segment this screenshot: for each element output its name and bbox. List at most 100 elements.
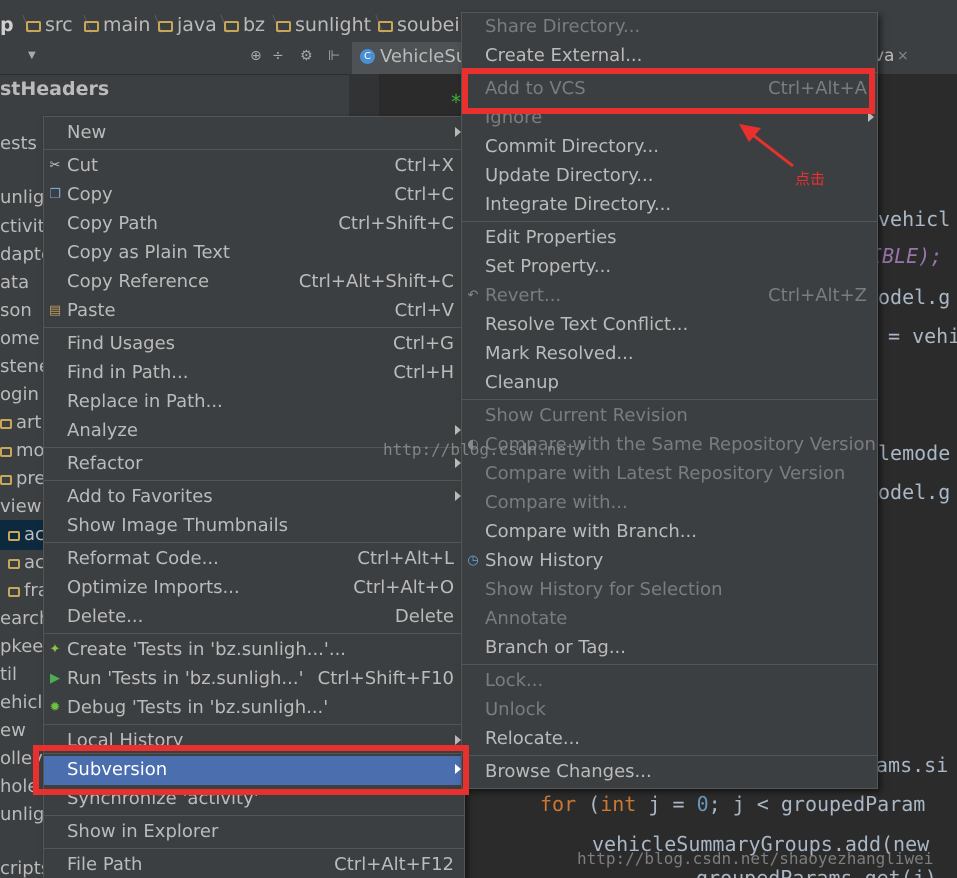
editor-tab-label: VehicleSu (380, 46, 468, 67)
subversion-menu-item-compare-with-latest-repository-version[interactable]: Compare with Latest Repository Version (462, 460, 877, 489)
close-icon[interactable]: × (897, 48, 909, 64)
subversion-menu-item-compare-with[interactable]: Compare with... (462, 489, 877, 518)
context-menu-item-debug-tests-in-bz-sunligh[interactable]: ✹ Debug 'Tests in 'bz.sunligh...' (44, 694, 464, 723)
menu-item-shortcut: Ctrl+H (393, 362, 454, 383)
menu-item-shortcut: Ctrl+Alt+Z (768, 285, 867, 306)
breadcrumb-separator (367, 13, 377, 37)
code-line: lemode (878, 441, 951, 465)
gear-icon[interactable]: ⚙ (300, 48, 313, 64)
context-menu-item-new[interactable]: New (44, 119, 464, 148)
tree-item[interactable]: ac (8, 524, 45, 545)
tree-item[interactable]: til (0, 664, 17, 685)
menu-item-shortcut: Ctrl+Alt+F12 (334, 854, 454, 875)
subversion-menu-item-cleanup[interactable]: Cleanup (462, 369, 877, 398)
context-menu-item-replace-in-path[interactable]: Replace in Path... (44, 388, 464, 417)
subversion-menu-item-show-current-revision[interactable]: Show Current Revision (462, 402, 877, 431)
tree-item[interactable]: ac (8, 552, 45, 573)
menu-item-label: Show in Explorer (67, 821, 219, 842)
context-menu-item-paste[interactable]: ▤ Paste Ctrl+V (44, 297, 464, 326)
breadcrumb-item-main[interactable]: main (84, 13, 150, 37)
context-menu-item-show-image-thumbnails[interactable]: Show Image Thumbnails (44, 512, 464, 541)
breadcrumb-separator (14, 13, 24, 37)
breadcrumb-item-java[interactable]: java (158, 13, 217, 37)
context-menu-item-reformat-code[interactable]: Reformat Code... Ctrl+Alt+L (44, 545, 464, 574)
menu-item-label: Reformat Code... (67, 548, 219, 569)
breadcrumb-item-soubei[interactable]: soubei (378, 13, 460, 37)
subversion-menu-item-relocate[interactable]: Relocate... (462, 725, 877, 754)
context-menu-item-copy[interactable]: ❐ Copy Ctrl+C (44, 181, 464, 210)
context-menu-item-delete[interactable]: Delete... Delete (44, 603, 464, 632)
breadcrumb-item-bz[interactable]: bz (224, 13, 265, 37)
breadcrumb-item-src[interactable]: src (26, 13, 73, 37)
context-menu-item-copy-reference[interactable]: Copy Reference Ctrl+Alt+Shift+C (44, 268, 464, 297)
context-menu-item-optimize-imports[interactable]: Optimize Imports... Ctrl+Alt+O (44, 574, 464, 603)
tree-item[interactable]: ata (0, 272, 29, 293)
subversion-menu-item-compare-with-branch[interactable]: Compare with Branch... (462, 518, 877, 547)
tree-item[interactable]: view (0, 496, 41, 517)
subversion-menu-item-branch-or-tag[interactable]: Branch or Tag... (462, 634, 877, 663)
menu-item-label: Show Image Thumbnails (67, 515, 288, 536)
subversion-menu-item-share-directory[interactable]: Share Directory... (462, 13, 877, 42)
scroll-from-source-icon[interactable]: ⊕ (250, 48, 262, 64)
menu-item-label: Compare with Latest Repository Version (485, 463, 846, 484)
tree-item[interactable]: ome (0, 328, 40, 349)
subversion-menu-item-annotate[interactable]: Annotate (462, 605, 877, 634)
tree-item[interactable]: pkee (0, 636, 43, 657)
subversion-menu-item-browse-changes[interactable]: Browse Changes... (462, 758, 877, 787)
tree-item[interactable]: stHeaders (0, 78, 109, 100)
tree-item-label: ata (0, 272, 30, 293)
subversion-menu-item-revert[interactable]: ↶ Revert... Ctrl+Alt+Z (462, 282, 877, 311)
folder-icon (378, 21, 393, 32)
context-menu-item-create-tests-in-bz-sunligh[interactable]: ✦ Create 'Tests in 'bz.sunligh...'... (44, 636, 464, 665)
context-menu-item-show-in-explorer[interactable]: Show in Explorer (44, 818, 464, 847)
tree-item-label: ew (0, 720, 26, 741)
tree-item-label: ests (0, 133, 37, 154)
collapse-all-icon[interactable]: ÷ (272, 48, 284, 64)
menu-item-label: New (67, 122, 107, 143)
subversion-menu-item-commit-directory[interactable]: Commit Directory... (462, 133, 877, 162)
breadcrumb-item-sunlight[interactable]: sunlight (276, 13, 371, 37)
menu-item-label: Update Directory... (485, 165, 654, 186)
tree-item[interactable]: son (0, 300, 32, 321)
subversion-menu-item-integrate-directory[interactable]: Integrate Directory... (462, 191, 877, 220)
subversion-menu-item-show-history-for-selection[interactable]: Show History for Selection (462, 576, 877, 605)
context-menu-item-find-in-path[interactable]: Find in Path... Ctrl+H (44, 359, 464, 388)
hide-panel-icon[interactable]: ⊩ (328, 48, 340, 64)
menu-item-label: Paste (67, 300, 116, 321)
subversion-menu-item-unlock[interactable]: Unlock (462, 696, 877, 725)
menu-item-label: Edit Properties (485, 227, 617, 248)
context-menu-item-run-tests-in-bz-sunligh[interactable]: ▶ Run 'Tests in 'bz.sunligh...' Ctrl+Shift… (44, 665, 464, 694)
menu-item-label: Copy as Plain Text (67, 242, 230, 263)
subversion-menu-item-set-property[interactable]: Set Property... (462, 253, 877, 282)
menu-item-shortcut: Ctrl+Alt+O (353, 577, 454, 598)
subversion-menu-item-resolve-text-conflict[interactable]: Resolve Text Conflict... (462, 311, 877, 340)
menu-item-shortcut: Ctrl+Shift+F10 (317, 668, 454, 689)
context-menu-item-cut[interactable]: ✂ Cut Ctrl+X (44, 152, 464, 181)
menu-item-label: Find in Path... (67, 362, 189, 383)
code-line: ams.si (876, 753, 949, 777)
menu-item-shortcut: Ctrl+X (394, 155, 454, 176)
subversion-menu-item-show-history[interactable]: ◷ Show History (462, 547, 877, 576)
subversion-menu-item-lock[interactable]: Lock... (462, 667, 877, 696)
menu-item-label: Create External... (485, 45, 643, 66)
subversion-submenu: Share Directory... Create External... Add … (461, 12, 878, 789)
tree-item[interactable]: ests (0, 133, 37, 154)
context-menu-item-copy-as-plain-text[interactable]: Copy as Plain Text (44, 239, 464, 268)
tree-item[interactable]: unlig (0, 187, 44, 208)
context-menu-item-copy-path[interactable]: Copy Path Ctrl+Shift+C (44, 210, 464, 239)
tree-item-label: unlig (0, 187, 45, 208)
context-menu-item-add-to-favorites[interactable]: Add to Favorites (44, 483, 464, 512)
menu-separator (462, 221, 877, 222)
tree-item[interactable]: unlig (0, 804, 44, 825)
subversion-menu-item-mark-resolved[interactable]: Mark Resolved... (462, 340, 877, 369)
subversion-menu-item-create-external[interactable]: Create External... (462, 42, 877, 71)
menu-item-label: Cleanup (485, 372, 559, 393)
subversion-menu-item-edit-properties[interactable]: Edit Properties (462, 224, 877, 253)
run-icon: ▶ (50, 671, 60, 686)
tree-item[interactable]: ogin (0, 384, 39, 405)
context-menu-item-file-path[interactable]: File Path Ctrl+Alt+F12 (44, 851, 464, 878)
dropdown-arrow-icon[interactable]: ▼ (28, 50, 36, 61)
menu-separator (44, 542, 464, 543)
context-menu-item-find-usages[interactable]: Find Usages Ctrl+G (44, 330, 464, 359)
tree-item[interactable]: ew (0, 720, 26, 741)
